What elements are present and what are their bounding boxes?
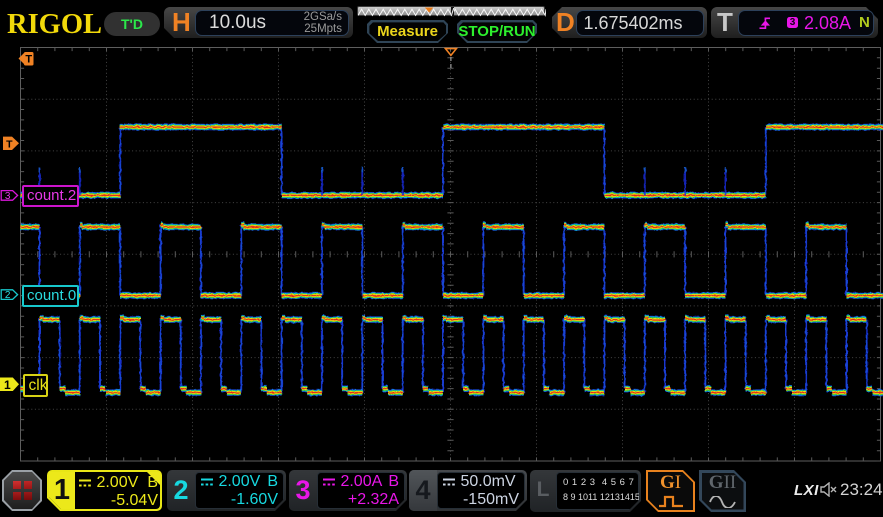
svg-text:1: 1: [4, 378, 11, 392]
svg-text:3: 3: [5, 191, 11, 202]
svg-text:T: T: [6, 138, 13, 150]
svg-text:2: 2: [5, 290, 11, 301]
svg-text:T: T: [25, 54, 32, 66]
